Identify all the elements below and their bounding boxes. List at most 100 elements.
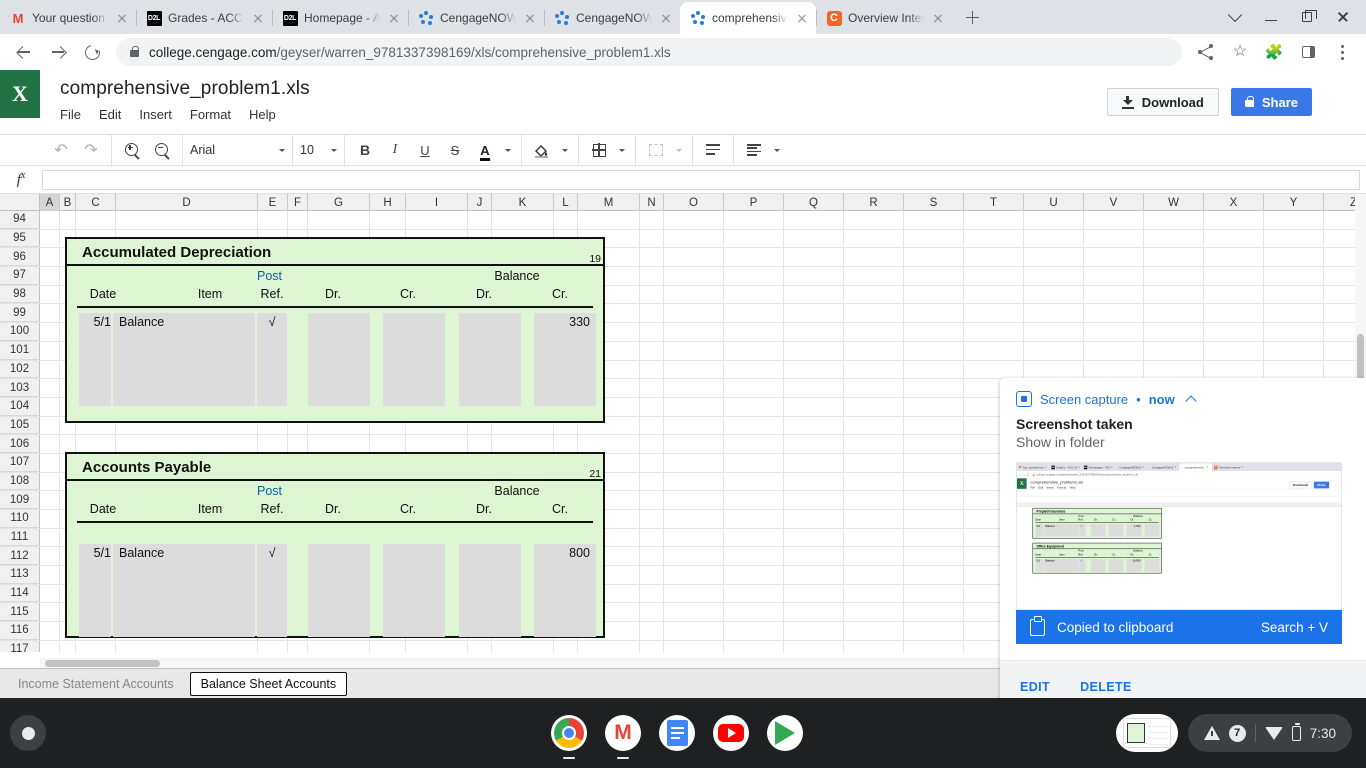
zoom-in-button[interactable]	[119, 137, 145, 163]
cell-J94[interactable]	[468, 211, 492, 229]
cell-R114[interactable]	[844, 584, 904, 603]
cell-A115[interactable]	[40, 603, 60, 622]
cell-N100[interactable]	[640, 323, 664, 341]
cell-N101[interactable]	[640, 341, 664, 360]
cell-O106[interactable]	[664, 435, 724, 453]
cell-A97[interactable]	[40, 267, 60, 285]
cell-X96[interactable]	[1204, 248, 1264, 267]
column-header-M[interactable]: M	[578, 194, 640, 211]
cell-P101[interactable]	[724, 341, 784, 360]
cell-F94[interactable]	[288, 211, 308, 229]
cell-P102[interactable]	[724, 360, 784, 379]
back-icon[interactable]	[8, 36, 40, 68]
cell-Y98[interactable]	[1264, 285, 1324, 304]
row-header-110[interactable]: 110	[0, 510, 40, 528]
cell-N94[interactable]	[640, 211, 664, 229]
cell-Y97[interactable]	[1264, 267, 1324, 285]
column-header-U[interactable]: U	[1024, 194, 1084, 211]
cell-N96[interactable]	[640, 248, 664, 267]
new-tab-button[interactable]	[958, 3, 986, 31]
cell-A106[interactable]	[40, 435, 60, 453]
cell-N104[interactable]	[640, 397, 664, 416]
select-all-corner[interactable]	[0, 194, 40, 210]
edit-button[interactable]: EDIT	[1020, 680, 1050, 694]
cell-P106[interactable]	[724, 435, 784, 453]
font-family-select[interactable]: Arial	[183, 134, 293, 166]
cell-K106[interactable]	[492, 435, 554, 453]
row-header-113[interactable]: 113	[0, 566, 40, 584]
cell-I106[interactable]	[406, 435, 468, 453]
browser-tab-0[interactable]: M Your question nee	[0, 2, 136, 34]
cell-O103[interactable]	[664, 379, 724, 397]
cell-F106[interactable]	[288, 435, 308, 453]
cell-A100[interactable]	[40, 323, 60, 341]
row-header-98[interactable]: 98	[0, 285, 40, 304]
close-window-button[interactable]	[1326, 2, 1360, 32]
cell-Q108[interactable]	[784, 472, 844, 491]
menu-format[interactable]: Format	[190, 107, 231, 122]
cell-B94[interactable]	[60, 211, 76, 229]
row-header-94[interactable]: 94	[0, 211, 40, 229]
column-header-N[interactable]: N	[640, 194, 664, 211]
cell-N99[interactable]	[640, 304, 664, 323]
cell-P109[interactable]	[724, 491, 784, 509]
cell-W101[interactable]	[1144, 341, 1204, 360]
chevron-up-icon[interactable]	[1185, 394, 1197, 407]
close-icon[interactable]	[930, 10, 946, 26]
cell-A108[interactable]	[40, 472, 60, 491]
column-header-Q[interactable]: Q	[784, 194, 844, 211]
cell-M117[interactable]	[578, 640, 640, 652]
launcher-button[interactable]	[10, 715, 46, 751]
cell-P114[interactable]	[724, 584, 784, 603]
docs-icon[interactable]	[659, 715, 695, 751]
cell-A116[interactable]	[40, 622, 60, 640]
cell-C117[interactable]	[76, 640, 116, 652]
cell-T97[interactable]	[964, 267, 1024, 285]
row-header-104[interactable]: 104	[0, 397, 40, 416]
cell-Q106[interactable]	[784, 435, 844, 453]
cell-U102[interactable]	[1024, 360, 1084, 379]
delete-button[interactable]: DELETE	[1080, 680, 1132, 694]
share-icon[interactable]	[1190, 36, 1222, 68]
row-header-96[interactable]: 96	[0, 248, 40, 267]
cell-Q100[interactable]	[784, 323, 844, 341]
cell-E106[interactable]	[258, 435, 288, 453]
gmail-icon[interactable]: M	[605, 715, 641, 759]
strikethrough-button[interactable]: S	[442, 137, 468, 163]
cell-A94[interactable]	[40, 211, 60, 229]
share-button[interactable]: Share	[1230, 88, 1312, 116]
cell-P97[interactable]	[724, 267, 784, 285]
cell-A98[interactable]	[40, 285, 60, 304]
cell-Y101[interactable]	[1264, 341, 1324, 360]
cell-V95[interactable]	[1084, 229, 1144, 248]
cell-R104[interactable]	[844, 397, 904, 416]
cell-P117[interactable]	[724, 640, 784, 652]
horizontal-align-chevron-icon[interactable]	[771, 137, 783, 163]
cell-S96[interactable]	[904, 248, 964, 267]
cell-X95[interactable]	[1204, 229, 1264, 248]
cell-R108[interactable]	[844, 472, 904, 491]
text-color-chevron-icon[interactable]	[502, 137, 514, 163]
cell-E117[interactable]	[258, 640, 288, 652]
cell-R97[interactable]	[844, 267, 904, 285]
cell-A96[interactable]	[40, 248, 60, 267]
column-header-K[interactable]: K	[492, 194, 554, 211]
cell-X97[interactable]	[1204, 267, 1264, 285]
cell-O109[interactable]	[664, 491, 724, 509]
cell-A99[interactable]	[40, 304, 60, 323]
column-header-S[interactable]: S	[904, 194, 964, 211]
cell-W100[interactable]	[1144, 323, 1204, 341]
cell-N98[interactable]	[640, 285, 664, 304]
cell-Q109[interactable]	[784, 491, 844, 509]
row-header-103[interactable]: 103	[0, 379, 40, 397]
cell-W102[interactable]	[1144, 360, 1204, 379]
column-header-F[interactable]: F	[288, 194, 308, 211]
screenshot-preview-thumb[interactable]	[1115, 714, 1178, 752]
cell-Q110[interactable]	[784, 510, 844, 528]
cell-N113[interactable]	[640, 566, 664, 584]
cell-W98[interactable]	[1144, 285, 1204, 304]
row-header-115[interactable]: 115	[0, 603, 40, 622]
column-header-T[interactable]: T	[964, 194, 1024, 211]
cell-Q112[interactable]	[784, 547, 844, 566]
row-header-117[interactable]: 117	[0, 640, 40, 652]
